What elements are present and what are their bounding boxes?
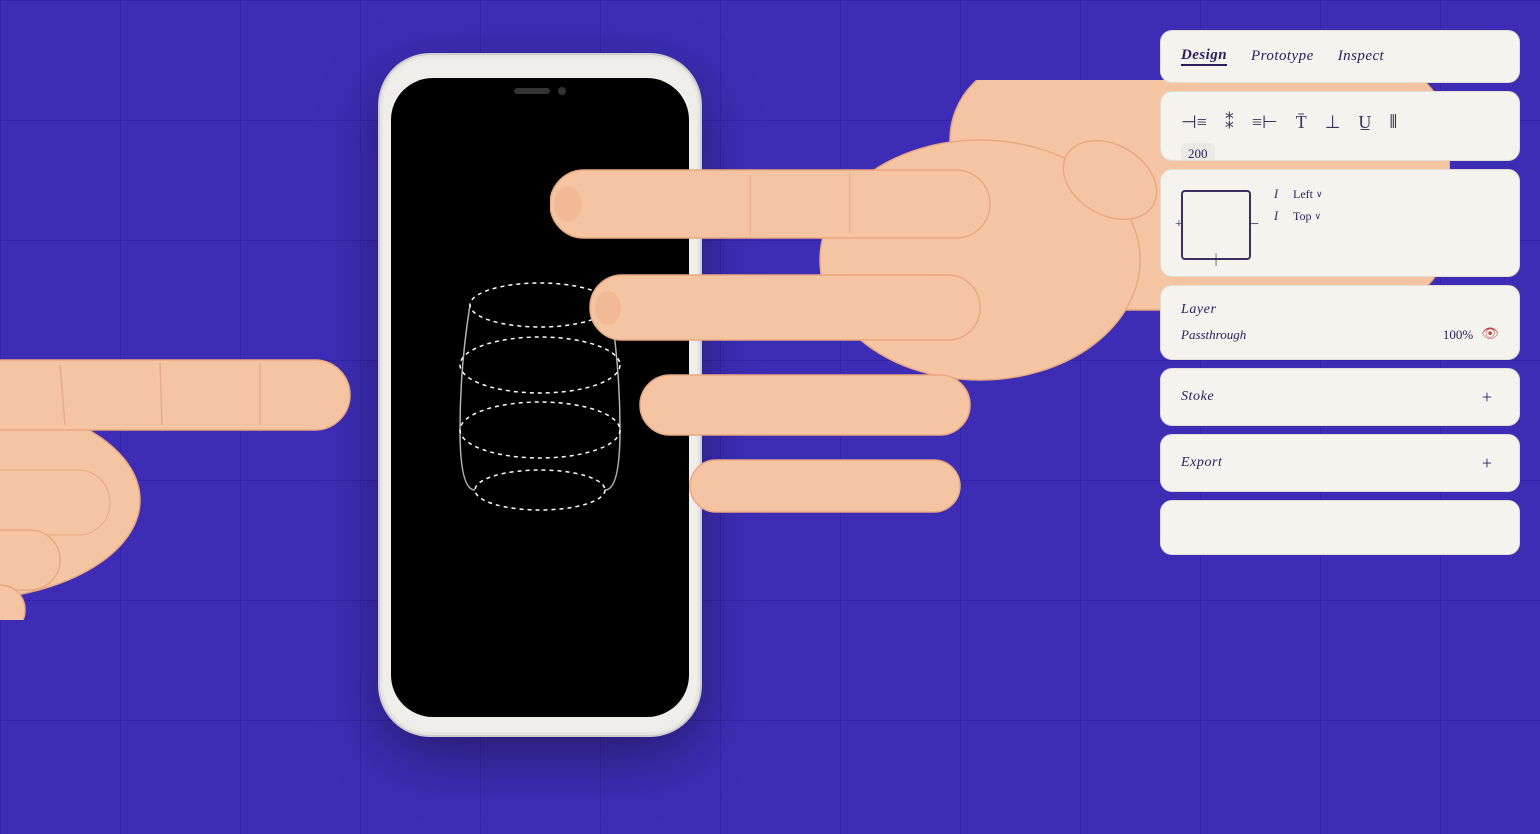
export-label: Export bbox=[1181, 455, 1222, 471]
export-section: Export + bbox=[1160, 434, 1520, 492]
align-right-icon[interactable]: ≡⊢ bbox=[1252, 112, 1278, 133]
stoke-row: Stoke + bbox=[1181, 385, 1499, 409]
align-bottom-icon[interactable]: U̲ bbox=[1358, 112, 1371, 133]
tab-inspect[interactable]: Inspect bbox=[1338, 48, 1384, 65]
tab-bar: Design Prototype Inspect bbox=[1181, 47, 1499, 66]
align-left-icon[interactable]: ⊣≡ bbox=[1181, 112, 1207, 133]
notch-inner bbox=[514, 87, 566, 95]
left-dropdown[interactable]: Left ∨ bbox=[1293, 187, 1323, 202]
opacity-value[interactable]: 100% bbox=[1443, 327, 1473, 343]
export-row: Export + bbox=[1181, 451, 1499, 475]
align-row: ⊣≡ ⁑ ≡⊢ T̄ ⊥ U̲ ⦀ bbox=[1181, 108, 1499, 137]
export-add-button[interactable]: + bbox=[1475, 451, 1499, 475]
main-scene: Design Prototype Inspect ⊣≡ ⁑ ≡⊢ T̄ ⊥ U̲… bbox=[0, 0, 1540, 834]
phone-notch bbox=[490, 80, 590, 102]
tab-prototype[interactable]: Prototype bbox=[1251, 48, 1314, 65]
notch-bar bbox=[514, 88, 550, 94]
right-panel: Design Prototype Inspect ⊣≡ ⁑ ≡⊢ T̄ ⊥ U̲… bbox=[1160, 30, 1520, 555]
top-chevron: ∨ bbox=[1315, 211, 1322, 222]
distribute-icon[interactable]: ⦀ bbox=[1389, 112, 1397, 133]
diagram-bar: | bbox=[1215, 252, 1218, 268]
position-diagram: | bbox=[1181, 190, 1251, 260]
blend-mode[interactable]: Passthrough bbox=[1181, 327, 1246, 343]
position-section: | I Left ∨ I Top bbox=[1160, 169, 1520, 277]
stoke-add-button[interactable]: + bbox=[1475, 385, 1499, 409]
size-row: 200 bbox=[1181, 143, 1499, 161]
stoke-label: Stoke bbox=[1181, 389, 1214, 405]
left-field-row: I Left ∨ bbox=[1267, 186, 1499, 202]
left-label: Left bbox=[1293, 187, 1313, 202]
opacity-group: 100% 👁 bbox=[1443, 326, 1499, 343]
position-fields: I Left ∨ I Top ∨ bbox=[1267, 186, 1499, 224]
top-dropdown[interactable]: Top ∨ bbox=[1293, 209, 1321, 224]
left-chevron: ∨ bbox=[1316, 189, 1323, 200]
top-field-row: I Top ∨ bbox=[1267, 208, 1499, 224]
top-label: Top bbox=[1293, 209, 1312, 224]
layer-title: Layer bbox=[1181, 302, 1499, 318]
notch-dot bbox=[558, 87, 566, 95]
align-center-v-icon[interactable]: ⊥ bbox=[1325, 112, 1341, 133]
pos-layout: | I Left ∨ I Top bbox=[1181, 186, 1499, 260]
width-value[interactable]: 200 bbox=[1181, 143, 1215, 161]
tab-design[interactable]: Design bbox=[1181, 47, 1227, 66]
tab-section: Design Prototype Inspect bbox=[1160, 30, 1520, 83]
layer-row: Passthrough 100% 👁 bbox=[1181, 326, 1499, 343]
top-cursor-label: I bbox=[1267, 208, 1285, 224]
layer-section: Layer Passthrough 100% 👁 bbox=[1160, 285, 1520, 360]
stoke-section: Stoke + bbox=[1160, 368, 1520, 426]
i-cursor-icon: I bbox=[1267, 186, 1285, 202]
alignment-section: ⊣≡ ⁑ ≡⊢ T̄ ⊥ U̲ ⦀ 200 bbox=[1160, 91, 1520, 161]
align-top-icon[interactable]: T̄ bbox=[1296, 112, 1307, 133]
align-center-h-icon[interactable]: ⁑ bbox=[1225, 112, 1234, 133]
hand-left bbox=[0, 200, 530, 620]
eye-icon[interactable]: 👁 bbox=[1481, 326, 1499, 343]
bottom-blank-section bbox=[1160, 500, 1520, 555]
